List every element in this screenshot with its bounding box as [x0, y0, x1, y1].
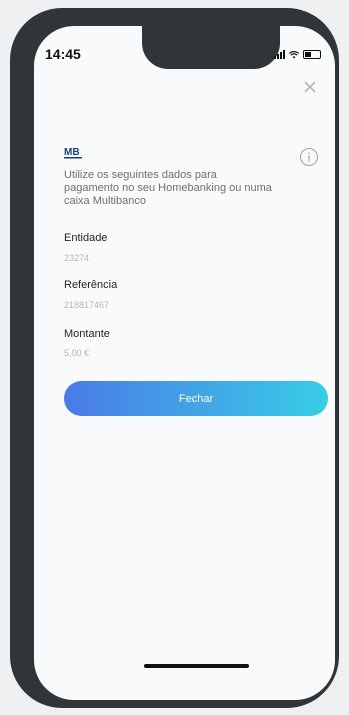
phone-frame: 14:45 MB Utilize os seguintes dados para	[10, 8, 339, 708]
fechar-button[interactable]: Fechar	[64, 381, 328, 416]
home-indicator[interactable]	[144, 664, 249, 668]
montante-value: 5,00 €	[64, 348, 90, 358]
payment-description: Utilize os seguintes dados para pagament…	[64, 169, 272, 207]
montante-label: Montante	[64, 328, 110, 340]
info-icon[interactable]	[299, 147, 319, 167]
entidade-value: 23274	[64, 253, 90, 263]
battery-icon	[303, 50, 321, 59]
signal-icon	[274, 50, 285, 59]
notch	[142, 26, 280, 69]
wifi-icon	[289, 51, 299, 59]
multibanco-logo: MB	[64, 147, 82, 159]
referencia-value: 218817467	[64, 300, 110, 310]
status-icons	[274, 50, 321, 59]
close-icon[interactable]	[301, 78, 319, 96]
referencia-label: Referência	[64, 279, 118, 291]
status-time: 14:45	[45, 46, 81, 62]
svg-text:MB: MB	[64, 147, 80, 158]
entidade-label: Entidade	[64, 232, 108, 244]
screen: 14:45 MB Utilize os seguintes dados para	[34, 26, 335, 700]
